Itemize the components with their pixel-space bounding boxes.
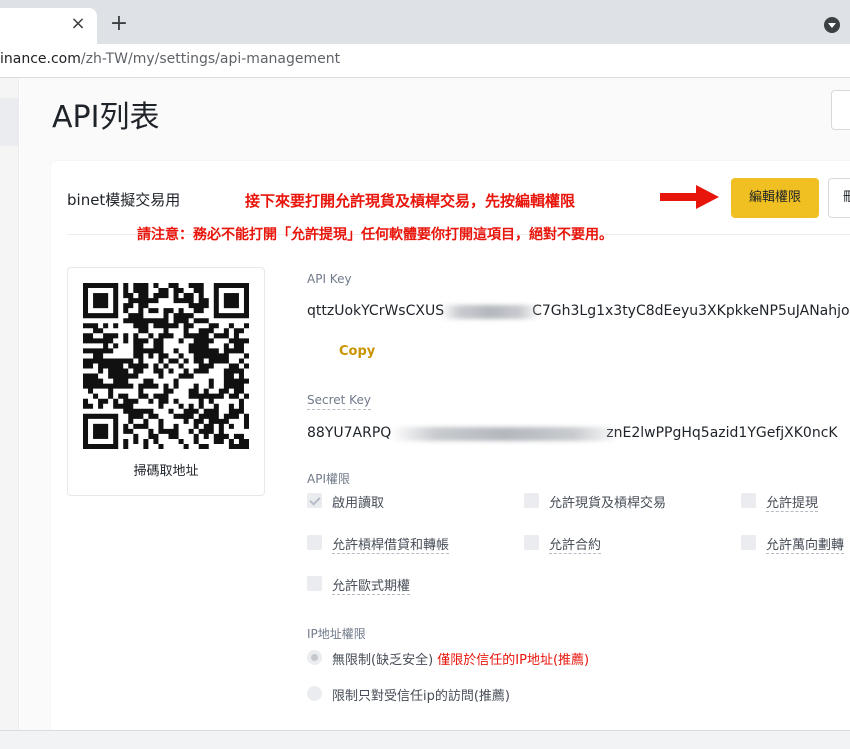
api-label-name: binet模擬交易用 xyxy=(67,191,181,209)
ip-trusted-warning: 僅限於信任的IP地址(推薦) xyxy=(437,653,590,668)
annotation-warning: 請注意：務必不能打開「允許提現」任何軟體要你打開這項目，絕對不要用。 xyxy=(137,227,613,243)
permissions-label: API權限 xyxy=(307,472,350,486)
sidebar xyxy=(0,78,19,730)
qr-caption: 掃碼取地址 xyxy=(133,464,199,479)
checkbox-icon[interactable] xyxy=(741,535,756,550)
url-text[interactable]: inance.com/zh-TW/my/settings/api-managem… xyxy=(0,51,340,67)
checkbox-icon[interactable] xyxy=(307,535,322,550)
copy-api-key-button[interactable]: Copy xyxy=(339,344,375,359)
checkbox-icon[interactable] xyxy=(307,576,322,591)
red-arrow-icon xyxy=(660,185,719,209)
api-key-redaction xyxy=(440,305,540,319)
sidebar-item-active[interactable] xyxy=(0,98,19,146)
qr-code-image xyxy=(83,283,249,449)
address-bar[interactable]: inance.com/zh-TW/my/settings/api-managem… xyxy=(0,44,850,78)
delete-api-button[interactable]: 刪除 xyxy=(828,178,850,218)
new-tab-icon[interactable]: + xyxy=(108,13,130,35)
checkbox-icon[interactable] xyxy=(307,493,322,508)
browser-menu-icon[interactable] xyxy=(824,17,840,33)
checkbox-icon[interactable] xyxy=(741,493,756,508)
radio-icon[interactable] xyxy=(307,650,322,665)
checkbox-icon[interactable] xyxy=(524,535,539,550)
browser-tab[interactable]: × xyxy=(0,8,97,44)
secret-key-label: Secret Key xyxy=(307,393,371,410)
close-tab-icon[interactable]: × xyxy=(67,13,89,35)
secret-key-redaction xyxy=(390,427,620,441)
browser-tab-bar: × + xyxy=(0,0,850,44)
page-title: API列表 xyxy=(52,100,160,135)
edit-permissions-button[interactable]: 編輯權限 xyxy=(731,178,819,218)
api-key-label: API Key xyxy=(307,272,352,286)
create-api-button[interactable] xyxy=(831,90,850,130)
annotation-instruction: 接下來要打開允許現貨及槓桿交易，先按編輯權限 xyxy=(245,192,576,210)
radio-icon[interactable] xyxy=(307,686,322,701)
api-key-value[interactable]: qttzUokYCrWsCXUS C7Gh3Lg1x3tyC8dEeyu3XKpk… xyxy=(307,303,850,319)
checkbox-icon[interactable] xyxy=(524,493,539,508)
ip-restriction-label: IP地址權限 xyxy=(307,627,366,641)
window-bottom-edge xyxy=(0,730,850,749)
